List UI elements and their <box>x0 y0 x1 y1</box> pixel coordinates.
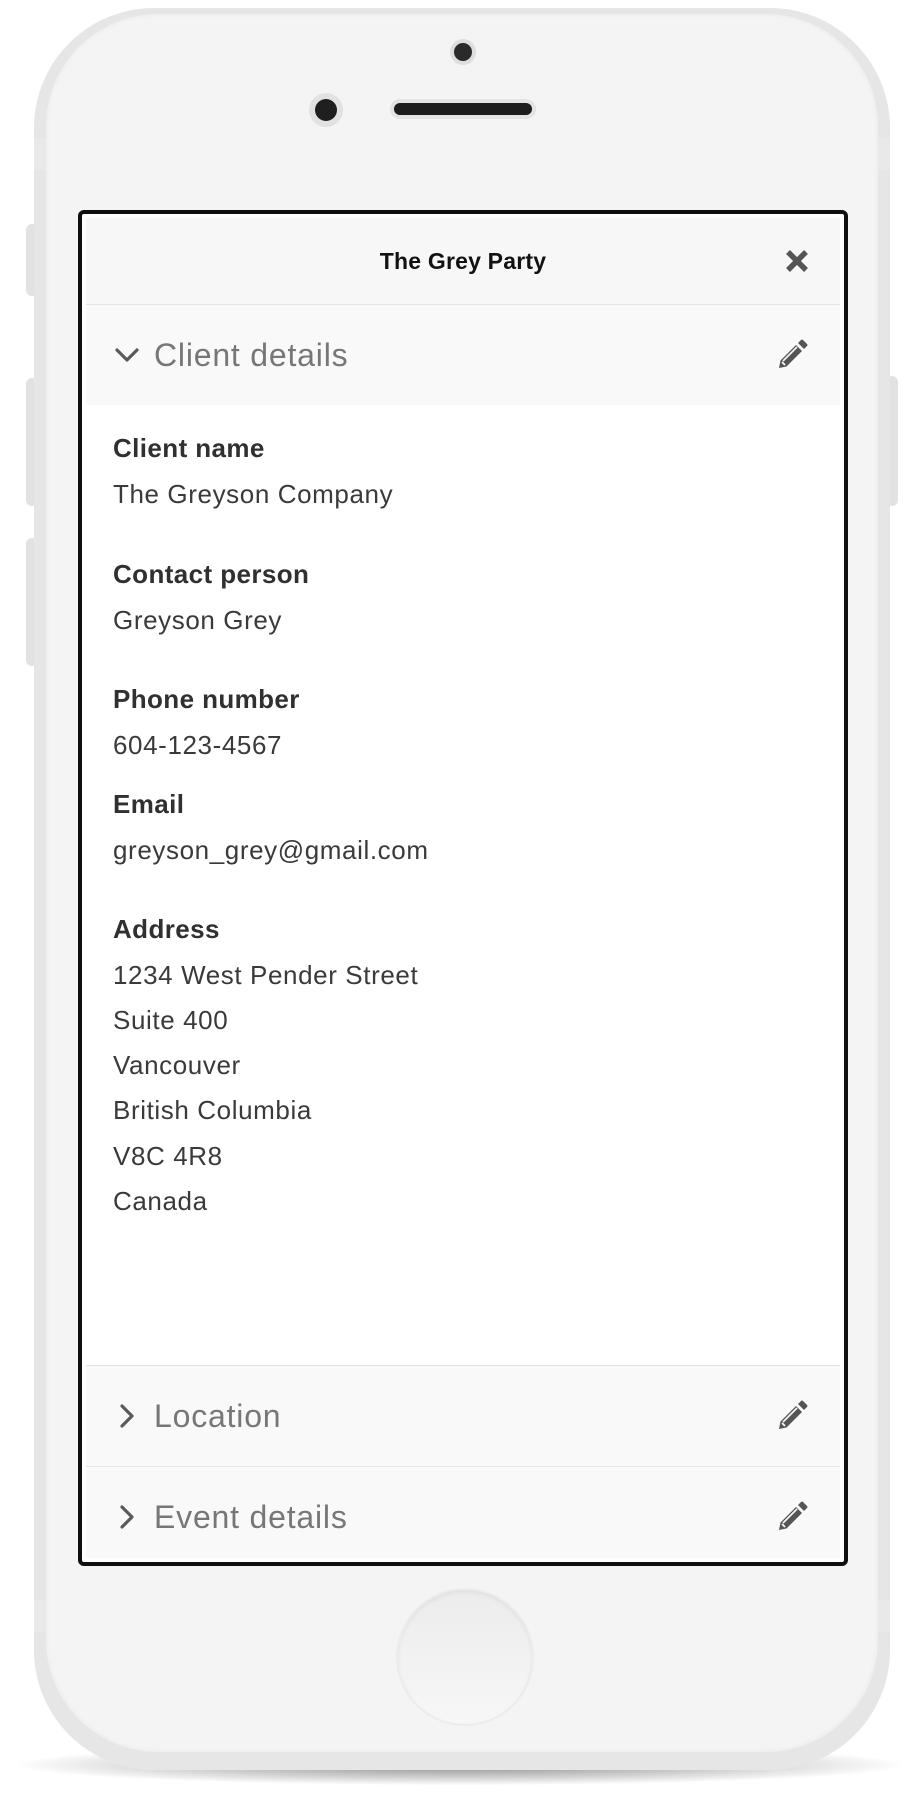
earpiece-speaker <box>394 103 532 115</box>
modal: The Grey Party Client details Client nam… <box>86 218 840 1558</box>
section-location-title: Location <box>154 1397 282 1434</box>
section-client-details-header[interactable]: Client details <box>86 305 840 405</box>
antenna-band-top-right <box>876 138 890 170</box>
chevron-right-icon <box>112 1467 142 1558</box>
address-line: British Columbia <box>113 1095 312 1125</box>
client-details-body: Client name The Greyson Company Contact … <box>86 405 840 1366</box>
modal-header: The Grey Party <box>86 218 840 305</box>
phone-number-label: Phone number <box>113 684 300 714</box>
front-camera <box>454 43 472 61</box>
client-name-label: Client name <box>113 433 265 463</box>
pencil-icon <box>779 1400 808 1429</box>
section-event-details-title: Event details <box>154 1498 348 1535</box>
section-client-details-title: Client details <box>154 336 349 373</box>
email-label: Email <box>113 789 185 819</box>
address-line: Suite 400 <box>113 1005 229 1035</box>
contact-person-label: Contact person <box>113 559 310 589</box>
edit-location-button[interactable] <box>772 1366 812 1466</box>
phone-screen: The Grey Party Client details Client nam… <box>78 210 848 1566</box>
address-line: Canada <box>113 1186 208 1216</box>
edit-event-details-button[interactable] <box>772 1467 812 1558</box>
pencil-icon <box>779 1501 808 1530</box>
modal-title: The Grey Party <box>379 247 547 274</box>
address-line: V8C 4R8 <box>113 1141 223 1171</box>
contact-person-value: Greyson Grey <box>113 605 283 635</box>
pencil-icon <box>779 339 808 368</box>
home-button[interactable] <box>398 1590 532 1724</box>
close-icon <box>786 250 808 272</box>
antenna-band-bottom-right <box>876 1600 890 1632</box>
client-name-value: The Greyson Company <box>113 479 394 509</box>
address-line: Vancouver <box>113 1050 241 1080</box>
phone-number-value: 604-123-4567 <box>113 730 283 760</box>
section-location-header[interactable]: Location <box>86 1366 840 1467</box>
address-line: 1234 West Pender Street <box>113 960 419 990</box>
close-button[interactable] <box>778 242 816 280</box>
proximity-sensor <box>315 99 337 121</box>
section-event-details-header[interactable]: Event details <box>86 1467 840 1558</box>
address-label: Address <box>113 914 220 944</box>
chevron-down-icon <box>112 305 142 405</box>
email-value: greyson_grey@gmail.com <box>113 835 429 865</box>
edit-client-details-button[interactable] <box>772 305 812 405</box>
chevron-right-icon <box>112 1366 142 1466</box>
